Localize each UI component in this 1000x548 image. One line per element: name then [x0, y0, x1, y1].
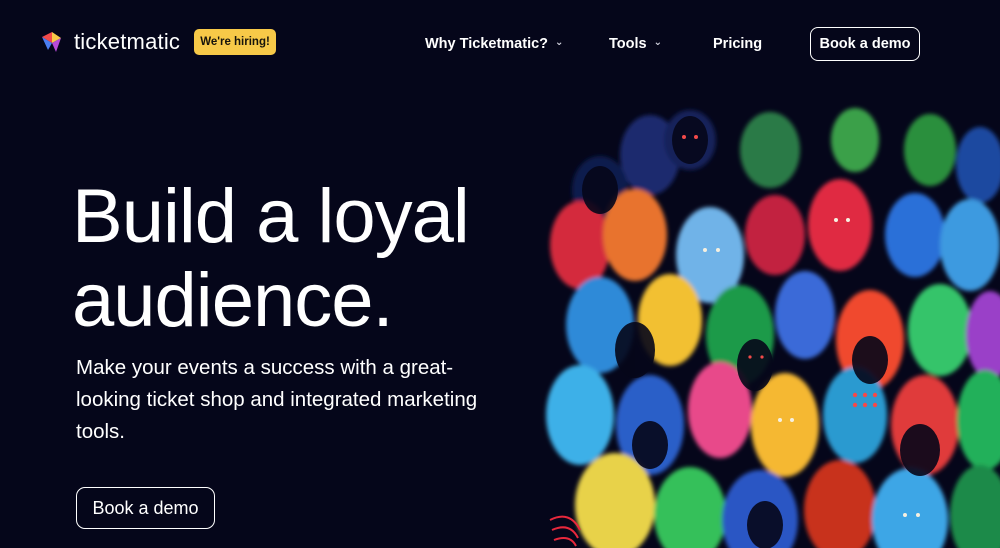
logo-link[interactable]: ticketmatic — [40, 28, 180, 56]
crowd-illustration — [540, 95, 1000, 548]
nav-pricing-label: Pricing — [713, 36, 763, 52]
book-demo-header-button[interactable]: Book a demo — [810, 27, 920, 61]
nav-why-ticketmatic[interactable]: Why Ticketmatic? ⌄ — [425, 36, 563, 52]
site-header: ticketmatic We're hiring! Why Ticketmati… — [0, 0, 1000, 90]
nav-why-label: Why Ticketmatic? — [425, 36, 549, 52]
chevron-down-icon: ⌄ — [555, 37, 564, 48]
book-demo-hero-button[interactable]: Book a demo — [76, 487, 215, 529]
chevron-down-icon: ⌄ — [653, 37, 662, 48]
nav-tools[interactable]: Tools ⌄ — [609, 36, 662, 52]
ticketmatic-logo-icon — [40, 28, 64, 56]
hero-title: Build a loyal audience. — [72, 175, 592, 343]
nav-pricing[interactable]: Pricing — [713, 36, 762, 52]
hero-title-line1: Build a loyal — [72, 174, 470, 259]
hero-title-line2: audience. — [72, 258, 394, 343]
brand-name: ticketmatic — [74, 29, 181, 54]
hero-subtitle: Make your events a success with a great-… — [76, 356, 478, 443]
hiring-badge[interactable]: We're hiring! — [194, 29, 276, 55]
nav-tools-label: Tools — [609, 36, 647, 52]
